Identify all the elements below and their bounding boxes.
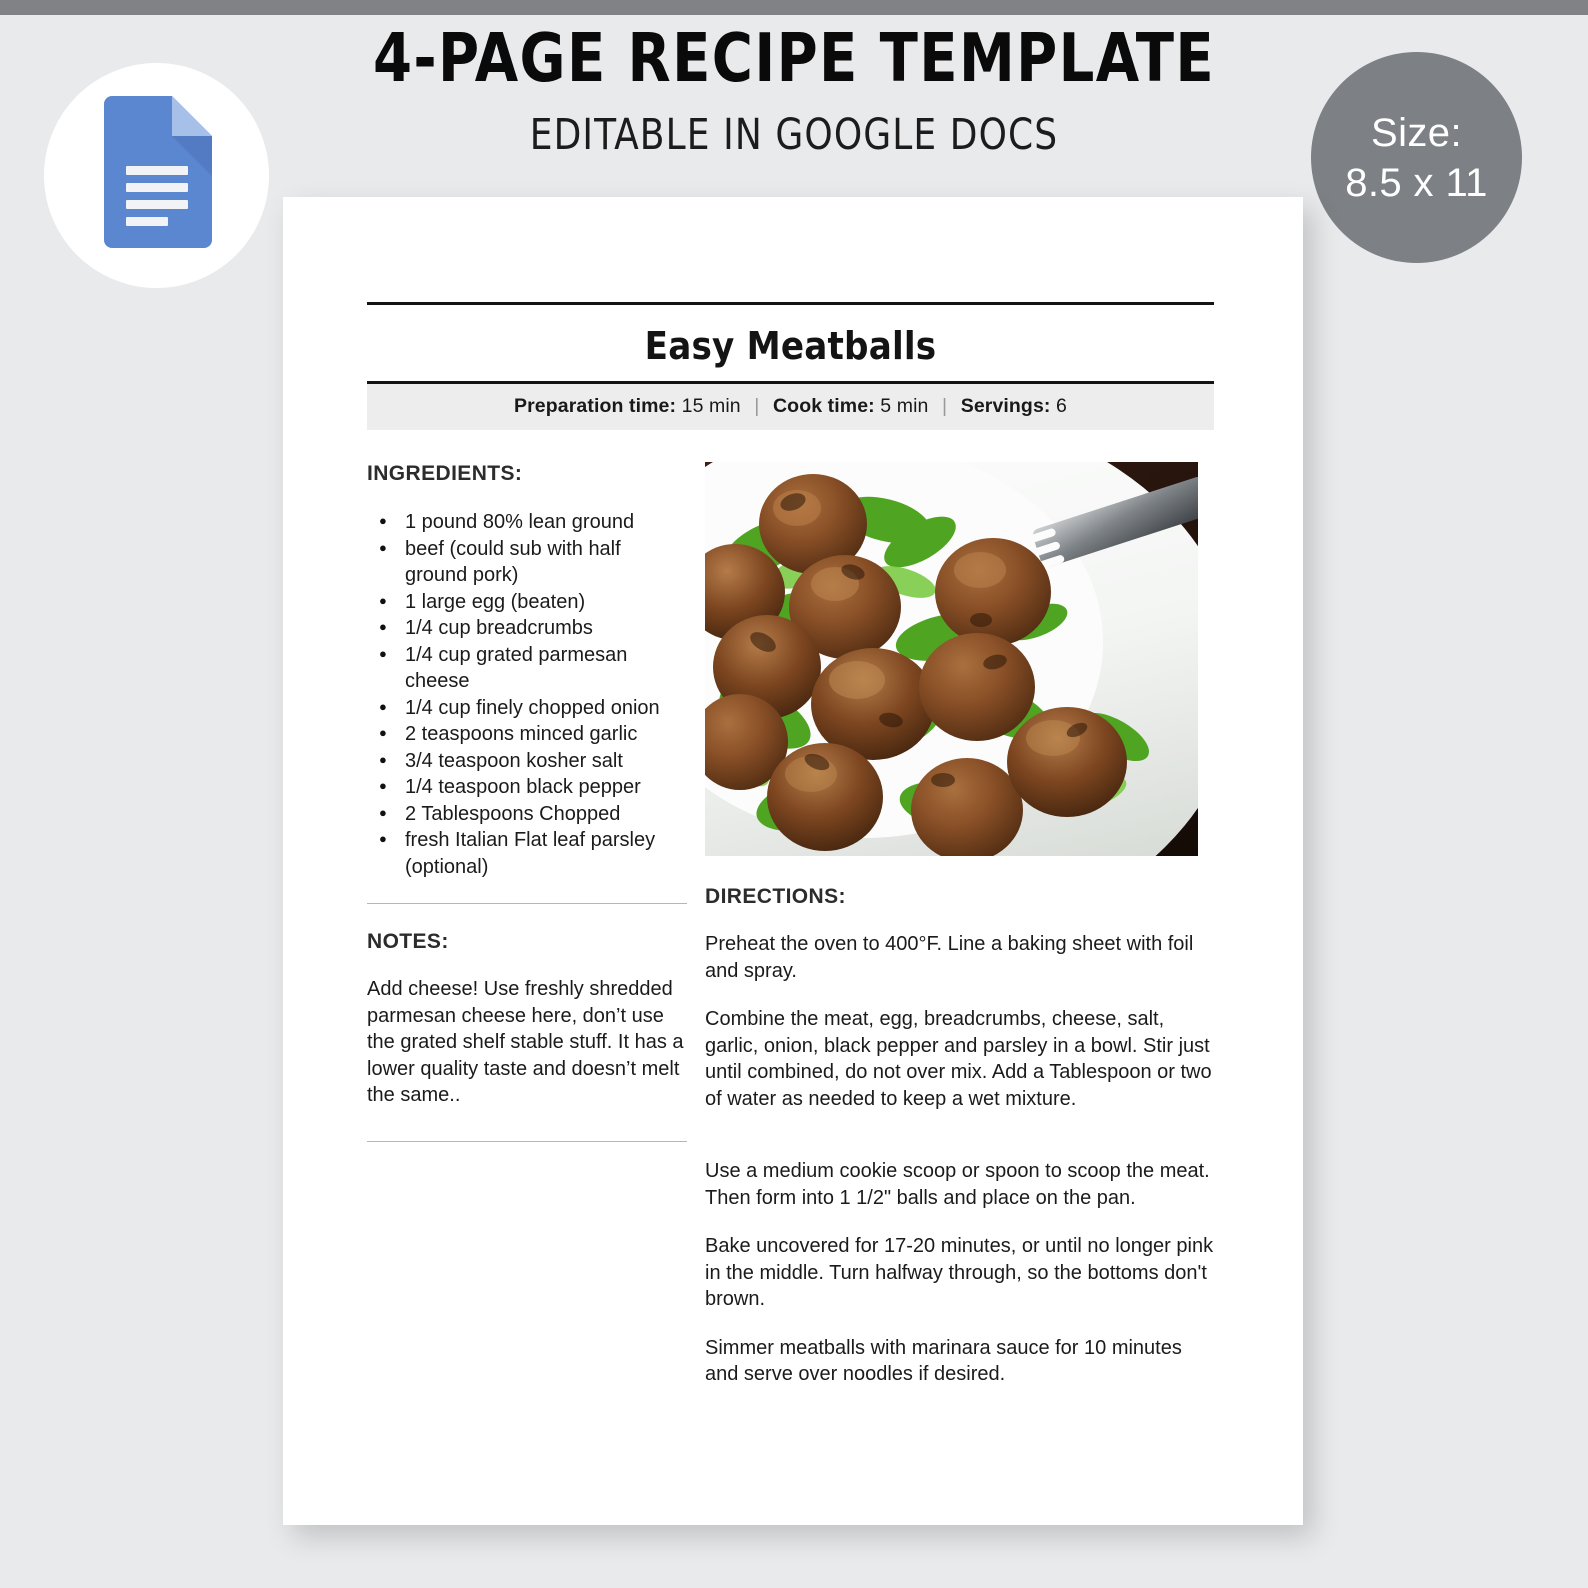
right-column: DIRECTIONS: Preheat the oven to 400°F. L… [705,462,1214,1388]
notes-divider-top [367,903,687,904]
list-item: 1/4 cup grated parmesan cheese [367,641,687,695]
document-page: Easy Meatballs Preparation time: 15 min … [283,197,1303,1525]
meta-separator-1: | [754,395,760,417]
google-docs-icon [94,95,220,256]
google-docs-badge [44,63,269,288]
direction-step: Use a medium cookie scoop or spoon to sc… [705,1160,1210,1209]
prep-time-value: 15 min [681,395,741,417]
cook-time-value: 5 min [880,395,929,417]
directions-heading: DIRECTIONS: [705,885,846,908]
size-badge-label: Size: [1371,110,1462,155]
size-badge: Size: 8.5 x 11 [1311,52,1522,263]
list-item: 1/4 teaspoon black pepper [367,773,687,801]
direction-step: Bake uncovered for 17-20 minutes, or unt… [705,1235,1214,1310]
list-item: 3/4 teaspoon kosher salt [367,747,687,775]
list-item: 2 Tablespoons Chopped [367,800,687,828]
list-item: fresh Italian Flat leaf parsley (optiona… [367,826,687,880]
list-item: beef (could sub with half ground pork) [367,535,687,589]
meatballs-photo [705,462,1198,856]
notes-heading: NOTES: [367,930,449,953]
promo-title: 4-PAGE RECIPE TEMPLATE [372,19,1216,97]
notes-divider-bottom [367,1140,687,1142]
ingredients-heading: INGREDIENTS: [367,462,523,485]
recipe-title: Easy Meatballs [644,324,937,368]
content-columns: INGREDIENTS: 1 pound 80% lean ground bee… [367,462,1214,1388]
cook-time-label: Cook time: [773,395,875,417]
notes-body: Add cheese! Use freshly shredded parmesa… [367,978,684,1106]
direction-step: Combine the meat, egg, breadcrumbs, chee… [705,1008,1212,1110]
servings-value: 6 [1056,395,1067,417]
top-accent-bar [0,0,1588,15]
recipe-meta-bar: Preparation time: 15 min | Cook time: 5 … [367,384,1214,430]
left-column: INGREDIENTS: 1 pound 80% lean ground bee… [367,462,687,1388]
size-badge-value: 8.5 x 11 [1345,160,1488,205]
list-item: 1 pound 80% lean ground [367,508,687,536]
servings-label: Servings: [960,395,1051,417]
ingredients-list: 1 pound 80% lean ground beef (could sub … [367,508,687,880]
list-item: 1 large egg (beaten) [367,588,687,616]
list-item: 2 teaspoons minced garlic [367,720,687,748]
list-item: 1/4 cup finely chopped onion [367,694,687,722]
meta-separator-2: | [942,395,948,417]
document-content: Easy Meatballs Preparation time: 15 min … [367,302,1214,1388]
list-item: 1/4 cup breadcrumbs [367,614,687,642]
direction-step: Preheat the oven to 400°F. Line a baking… [705,933,1194,982]
prep-time-label: Preparation time: [514,395,677,417]
direction-step: Simmer meatballs with marinara sauce for… [705,1336,1182,1386]
